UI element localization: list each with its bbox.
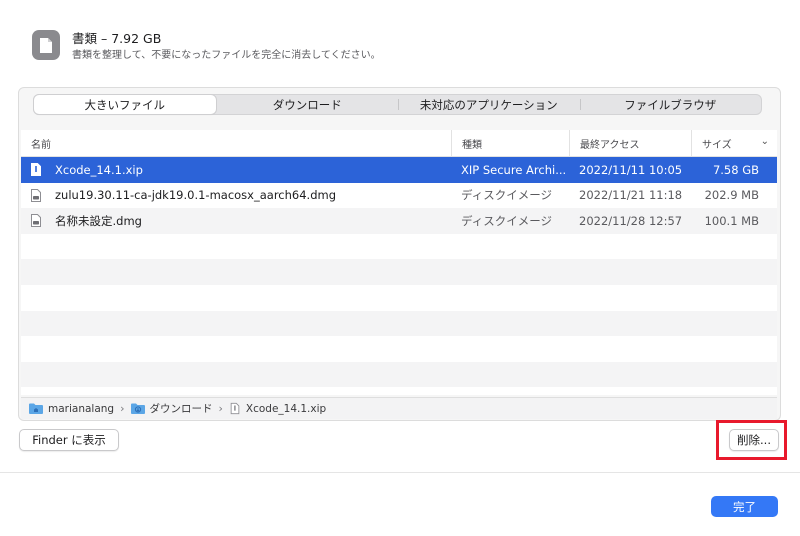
file-size: 7.58 GB [712,162,759,177]
path-item-home[interactable]: marianalang [29,403,114,415]
tab-file-browser[interactable]: ファイルブラウザ [579,95,762,114]
file-icon [31,163,41,177]
table-header: 名前 種類 最終アクセス サイズ ⌄ [21,130,777,157]
empty-row [21,361,777,388]
file-name: Xcode_14.1.xip [55,162,143,177]
file-size: 100.1 MB [704,213,759,228]
column-header-kind[interactable]: 種類 [451,130,569,156]
path-separator: › [218,402,223,415]
empty-row [21,285,777,311]
table-row[interactable]: Xcode_14.1.xip XIP Secure Archi... 2022/… [21,157,777,183]
tab-large-files[interactable]: 大きいファイル [34,95,216,114]
table-row[interactable]: 名称未設定.dmg ディスクイメージ 2022/11/28 12:57 100.… [21,208,777,234]
file-last-accessed: 2022/11/28 12:57 [579,213,683,228]
delete-button[interactable]: 削除... [729,429,779,451]
empty-row [21,387,777,395]
file-kind: ディスクイメージ [461,188,552,203]
file-name: 名称未設定.dmg [55,213,142,228]
file-panel: 大きいファイル ダウンロード 未対応のアプリケーション ファイルブラウザ 名前 … [18,87,781,421]
column-header-size-label: サイズ [702,139,732,151]
path-item-label: ダウンロード [149,403,213,415]
path-item-label: marianalang [48,402,115,415]
downloads-folder-icon [130,403,145,414]
page-subtitle: 書類を整理して、不要になったファイルを完全に消去してください。 [72,50,381,61]
file-kind: XIP Secure Archi... [461,162,567,177]
file-icon [230,402,240,415]
category-segmented-control: 大きいファイル ダウンロード 未対応のアプリケーション ファイルブラウザ [33,94,762,115]
file-size: 202.9 MB [704,188,759,203]
disk-image-icon [31,188,41,202]
file-table: 名前 種類 最終アクセス サイズ ⌄ Xcode_14.1.xip XIP Se… [21,130,777,395]
divider [0,472,800,473]
column-header-name[interactable]: 名前 [21,130,451,156]
file-kind: ディスクイメージ [461,213,552,228]
tab-downloads[interactable]: ダウンロード [217,95,399,114]
page-title: 書類 – 7.92 GB [72,31,162,46]
document-icon [32,30,60,60]
show-in-finder-button[interactable]: Finder に表示 [19,429,119,451]
path-item-label: Xcode_14.1.xip [245,402,327,415]
file-last-accessed: 2022/11/11 10:05 [579,162,683,177]
path-bar: marianalang › ダウンロード › Xcode_14.1.xip [21,397,777,419]
empty-row [21,336,777,362]
home-folder-icon [29,403,43,414]
empty-row [21,259,777,285]
disk-image-icon [31,214,41,228]
path-separator: › [120,402,125,415]
done-button[interactable]: 完了 [711,496,778,517]
table-row[interactable]: zulu19.30.11-ca-jdk19.0.1-macosx_aarch64… [21,183,777,209]
path-item-file[interactable]: Xcode_14.1.xip [229,402,326,415]
empty-row [21,310,777,337]
empty-row [21,234,777,260]
column-header-size[interactable]: サイズ ⌄ [691,130,777,156]
path-item-downloads[interactable]: ダウンロード [130,401,213,416]
file-last-accessed: 2022/11/21 11:18 [579,188,683,203]
chevron-down-icon: ⌄ [760,136,769,147]
header: 書類 – 7.92 GB 書類を整理して、不要になったファイルを完全に消去してく… [32,30,381,63]
file-name: zulu19.30.11-ca-jdk19.0.1-macosx_aarch64… [55,188,336,203]
column-header-last-accessed[interactable]: 最終アクセス [569,130,691,156]
tab-unsupported-apps[interactable]: 未対応のアプリケーション [398,95,580,114]
